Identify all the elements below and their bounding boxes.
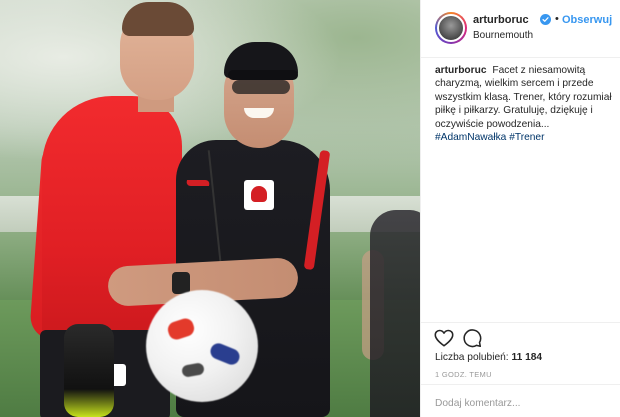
instagram-post: arturboruc • Obserwuj Bournemouth arturb…	[0, 0, 620, 417]
post-photo[interactable]	[0, 0, 420, 417]
coach-shirt-logo	[184, 180, 212, 186]
hashtag-link[interactable]: #AdamNawałka	[435, 132, 506, 143]
football	[146, 290, 258, 402]
heart-icon[interactable]	[433, 327, 455, 349]
location-link[interactable]: Bournemouth	[473, 30, 533, 41]
post-caption: arturboruc Facet z niesamowitą charyzmą,…	[435, 64, 619, 144]
coach-eagle-badge	[244, 180, 274, 210]
username-link[interactable]: arturboruc	[473, 14, 529, 26]
caption-username-link[interactable]: arturboruc	[435, 65, 487, 76]
football-panel-red	[165, 316, 197, 342]
likes-label: Liczba polubień:	[435, 352, 509, 363]
coach-watch	[172, 272, 190, 294]
post-timestamp[interactable]: 1 GODZ. TEMU	[435, 370, 492, 379]
post-header: arturboruc • Obserwuj Bournemouth	[421, 0, 620, 58]
comment-bubble-icon[interactable]	[461, 327, 483, 349]
header-separator: •	[555, 13, 559, 25]
comment-input[interactable]	[435, 395, 611, 411]
coach-cap-brim	[228, 70, 298, 80]
photo-background-person	[370, 210, 420, 417]
verified-badge-icon	[540, 14, 551, 25]
post-actions	[421, 322, 620, 352]
follow-button[interactable]: Obserwuj	[562, 14, 612, 26]
post-sidebar: arturboruc • Obserwuj Bournemouth arturb…	[420, 0, 620, 417]
football-panel-dark	[181, 362, 205, 378]
goalkeeper-hair	[122, 2, 194, 36]
football-panel-blue	[208, 340, 242, 368]
hashtag-link[interactable]: #Trener	[509, 132, 544, 143]
coach-glasses	[232, 80, 290, 94]
avatar-story-ring[interactable]	[435, 12, 467, 44]
likes-count[interactable]: Liczba polubień: 11 184	[435, 352, 542, 363]
goalkeeper-glove	[64, 324, 114, 417]
avatar[interactable]	[437, 14, 465, 42]
likes-number: 11 184	[511, 352, 543, 363]
add-comment-bar	[421, 384, 620, 417]
